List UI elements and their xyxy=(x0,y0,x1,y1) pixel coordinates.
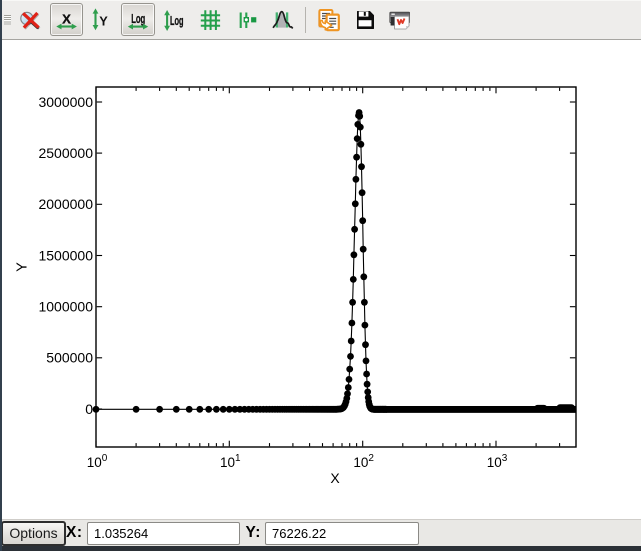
svg-text:Log: Log xyxy=(170,13,184,28)
svg-text:102: 102 xyxy=(353,453,374,470)
svg-text:X: X xyxy=(62,11,71,26)
svg-text:1000000: 1000000 xyxy=(38,299,93,315)
svg-text:Log: Log xyxy=(131,11,145,26)
svg-text:2000000: 2000000 xyxy=(38,196,93,212)
svg-text:100: 100 xyxy=(87,453,108,470)
svg-text:2500000: 2500000 xyxy=(38,145,93,161)
svg-text:101: 101 xyxy=(220,453,241,470)
svg-text:1500000: 1500000 xyxy=(38,247,93,263)
svg-text:Y: Y xyxy=(99,13,108,28)
svg-text:X: X xyxy=(330,470,340,486)
svg-text:0: 0 xyxy=(85,401,93,417)
svg-text:500000: 500000 xyxy=(46,350,93,366)
svg-text:103: 103 xyxy=(487,453,508,470)
svg-text:Y: Y xyxy=(15,262,31,272)
svg-text:3000000: 3000000 xyxy=(38,94,93,110)
